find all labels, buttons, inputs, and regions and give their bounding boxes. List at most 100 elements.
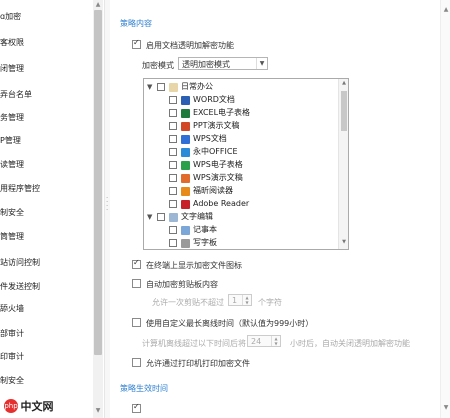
sidebar-scroll-thumb[interactable] (94, 10, 102, 355)
watermark-text: 中文网 (20, 400, 54, 413)
tree-checkbox[interactable] (169, 122, 177, 130)
sidebar-item[interactable]: 客权限 (0, 36, 24, 50)
tree-checkbox[interactable] (157, 213, 165, 221)
tree-checkbox[interactable] (169, 96, 177, 104)
mode-label: 加密模式 (142, 61, 174, 70)
stepper-icon[interactable]: ▲ ▼ (271, 336, 280, 346)
sidebar-item[interactable]: 弄台名单 (0, 88, 32, 102)
tree-item[interactable]: Adobe Reader (144, 198, 334, 210)
tree-item-label: PPT演示文稿 (193, 121, 240, 130)
yozo-icon (181, 148, 190, 157)
offline-hours-stepper[interactable]: 24 ▲ ▼ (247, 335, 281, 347)
sidebar-item[interactable]: 务管理 (0, 111, 24, 125)
tree-group-office[interactable]: ▼ 日常办公 (144, 81, 334, 93)
offline-time-label: 使用自定义最长离线时间（默认值为999小时） (146, 319, 314, 328)
tree-checkbox[interactable] (169, 187, 177, 195)
tree-checkbox[interactable] (157, 83, 165, 91)
sidebar-item[interactable]: ɑ加密 (0, 10, 21, 24)
tree-item[interactable]: 福昕阅读器 (144, 185, 334, 197)
allow-print-checkbox[interactable] (132, 358, 141, 367)
sidebar-item[interactable]: 筒管理 (0, 230, 24, 244)
effective-time-checkbox[interactable] (132, 402, 141, 413)
sidebar-item[interactable]: 印审计 (0, 350, 24, 364)
ppt-icon (181, 122, 190, 131)
wps-sheet-icon (181, 161, 190, 170)
tree-item[interactable]: WPS电子表格 (144, 159, 334, 171)
sidebar-item[interactable]: 用程序管控 (0, 182, 40, 196)
folder-icon (169, 83, 178, 92)
collapse-icon[interactable]: ▼ (147, 211, 152, 223)
chevron-down-icon[interactable]: ▼ (256, 58, 267, 69)
enable-transparent-label: 启用文档透明加解密功能 (146, 41, 234, 50)
site-watermark: php 中文网 (4, 398, 54, 416)
tree-checkbox[interactable] (169, 148, 177, 156)
auto-encrypt-clip-label: 自动加密剪贴板内容 (146, 280, 218, 289)
sidebar-item[interactable]: 制安全 (0, 206, 24, 220)
scroll-up-icon[interactable]: ▲ (441, 6, 450, 13)
tree-group-label: 文字编辑 (181, 212, 213, 221)
tree-checkbox[interactable] (169, 226, 177, 234)
sidebar-item[interactable]: P管理 (0, 134, 21, 148)
encryption-mode-select[interactable]: 透明加密模式 ▼ (178, 57, 268, 70)
clip-limit-label: 允许一次剪贴不超过 (152, 298, 224, 307)
tree-checkbox[interactable] (169, 239, 177, 247)
scroll-down-icon[interactable]: ▼ (441, 404, 450, 411)
tree-item[interactable]: WPS演示文稿 (144, 172, 334, 184)
tree-checkbox[interactable] (169, 109, 177, 117)
clip-limit-stepper[interactable]: 1 ▲ ▼ (228, 294, 252, 306)
stepper-icon[interactable]: ▲ ▼ (242, 295, 251, 305)
offline-time-checkbox[interactable] (132, 318, 141, 327)
sidebar-item[interactable]: 制安全 (0, 374, 24, 388)
wps-doc-icon (181, 135, 190, 144)
tree-checkbox[interactable] (169, 135, 177, 143)
tree-item[interactable]: 记事本 (144, 224, 334, 236)
tree-item-label: 永中OFFICE (193, 147, 238, 156)
tree-item[interactable]: WPS文档 (144, 133, 334, 145)
tree-item-label: Adobe Reader (193, 199, 250, 208)
text-edit-icon (169, 213, 178, 222)
tree-checkbox[interactable] (169, 161, 177, 169)
tree-item-label: EXCEL电子表格 (193, 108, 251, 117)
tree-item[interactable]: PPT演示文稿 (144, 120, 334, 132)
tree-scrollbar[interactable]: ▲ ▼ (338, 79, 348, 249)
offline-suffix: 小时后，自动关闭透明加解密功能 (290, 339, 410, 348)
tree-checkbox[interactable] (169, 174, 177, 182)
tree-group-text[interactable]: ▼ 文字编辑 (144, 211, 334, 223)
sidebar: ɑ加密 客权限 闭管理 弄台名单 务管理 P管理 读管理 用程序管控 制安全 筒… (0, 0, 94, 418)
auto-encrypt-clip-checkbox[interactable] (132, 279, 141, 288)
wordpad-icon (181, 239, 190, 248)
tree-item[interactable]: EXCEL电子表格 (144, 107, 334, 119)
tree-scroll-thumb[interactable] (341, 91, 347, 131)
php-logo-icon: php (4, 399, 18, 413)
offline-prefix: 计算机离线超过以下时间后将自动 (142, 339, 262, 348)
tree-item[interactable]: 永中OFFICE (144, 146, 334, 158)
tree-item-label: WPS演示文稿 (193, 173, 243, 182)
notepad-icon (181, 226, 190, 235)
tree-item[interactable]: 写字板 (144, 237, 334, 249)
tree-checkbox[interactable] (169, 200, 177, 208)
main-scrollbar[interactable]: ▲ ▼ (440, 0, 450, 418)
sidebar-item[interactable]: 站访问控制 (0, 256, 40, 270)
sidebar-scrollbar[interactable]: ▲ ▼ (93, 0, 103, 418)
sidebar-item[interactable]: 部审计 (0, 327, 24, 341)
show-icon-label: 在终端上显示加密文件图标 (146, 261, 242, 270)
collapse-icon[interactable]: ▼ (147, 81, 152, 93)
scroll-down-icon[interactable]: ▼ (93, 406, 103, 416)
word-icon (181, 96, 190, 105)
show-icon-checkbox[interactable] (132, 258, 141, 269)
scroll-up-icon[interactable]: ▲ (339, 80, 348, 86)
sidebar-item[interactable]: 闭管理 (0, 62, 24, 76)
scroll-down-icon[interactable]: ▼ (339, 239, 348, 245)
foxit-icon (181, 187, 190, 196)
tree-item[interactable]: WORD文档 (144, 94, 334, 106)
enable-transparent-checkbox[interactable] (132, 38, 141, 49)
allow-print-label: 允许通过打印机打印加密文件 (146, 359, 250, 368)
app-tree: ▼ 日常办公 WORD文档 EXCEL电子表格 PPT演示文稿 WPS文档 永中… (143, 78, 349, 250)
sidebar-item[interactable]: 读管理 (0, 158, 24, 172)
mode-value: 透明加密模式 (182, 60, 230, 69)
sidebar-item[interactable]: 舔火墙 (0, 302, 24, 316)
sidebar-item[interactable]: 件发送控制 (0, 280, 40, 294)
excel-icon (181, 109, 190, 118)
offline-hours-value: 24 (251, 337, 262, 346)
scroll-up-icon[interactable]: ▲ (93, 0, 103, 10)
